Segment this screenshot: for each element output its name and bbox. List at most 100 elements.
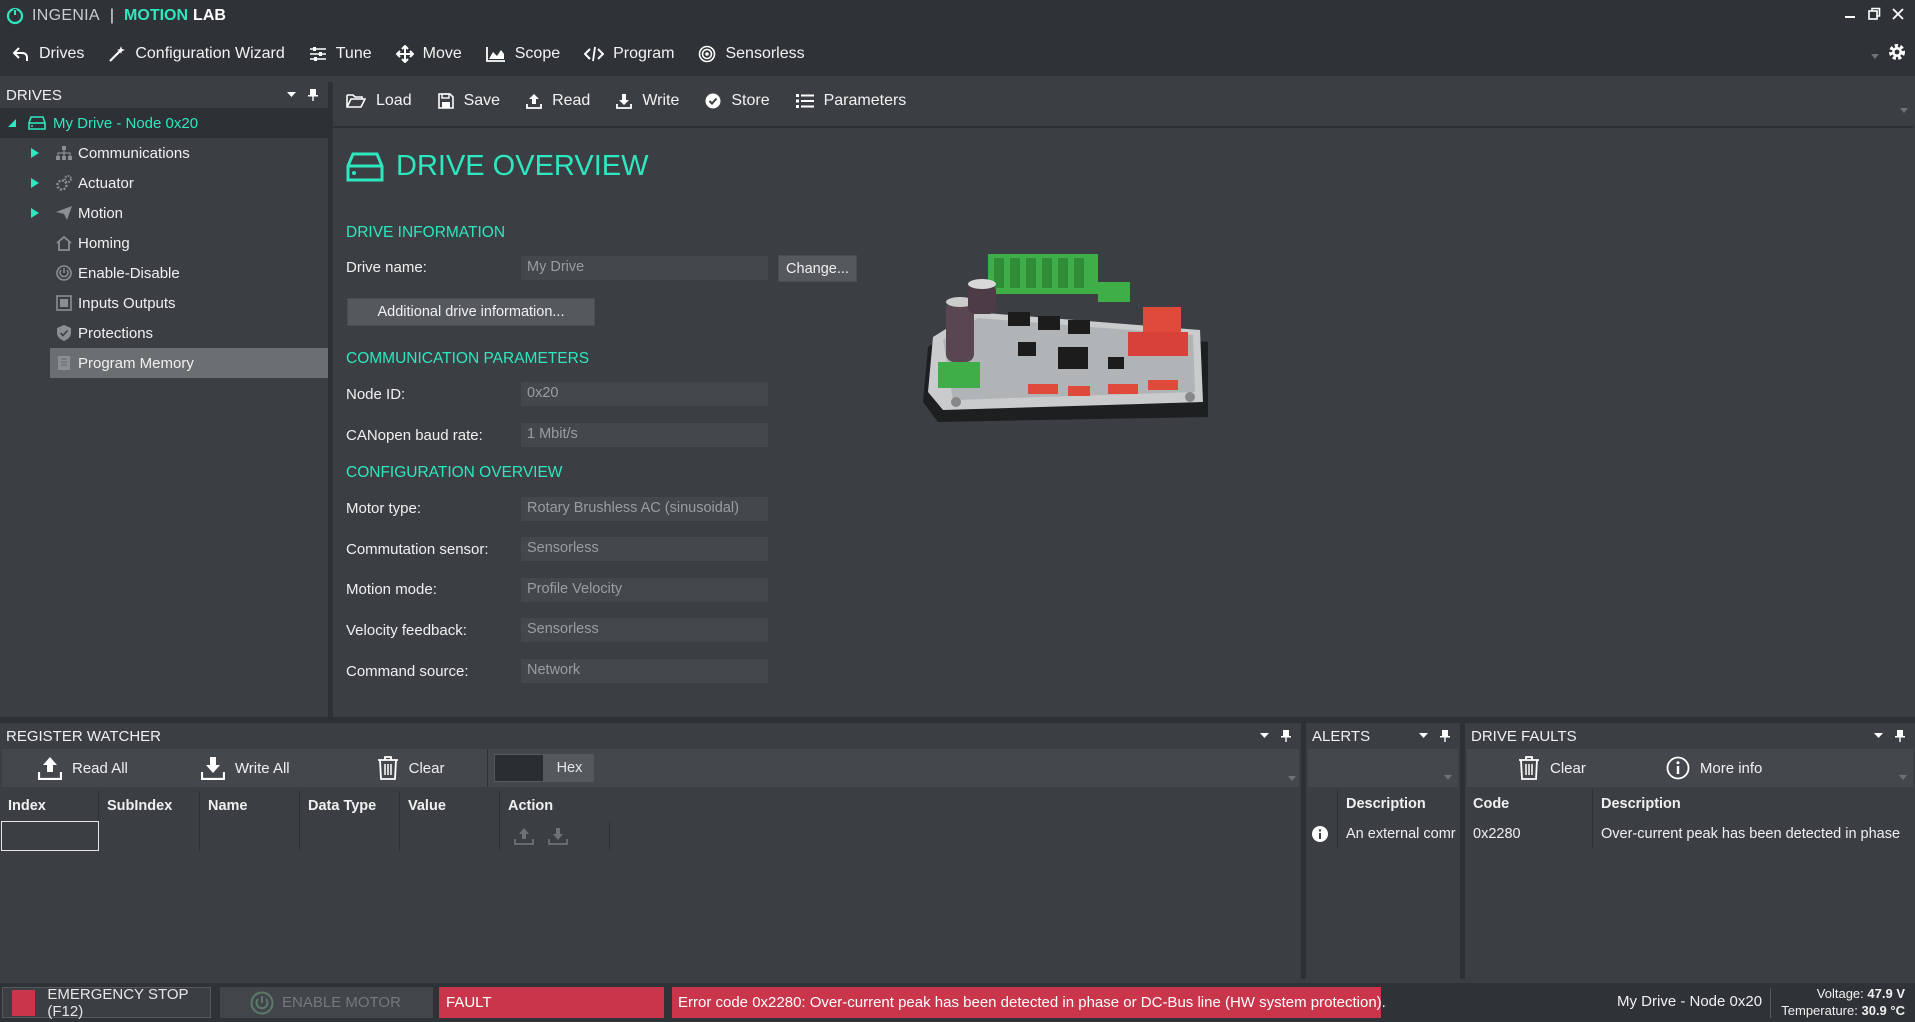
program-button[interactable]: Program [572,32,686,76]
tree-item-motion[interactable]: Motion [0,198,328,228]
tree-item-program-memory[interactable]: Program Memory [50,348,328,378]
tree-item-communications[interactable]: Communications [0,138,328,168]
tree-item-homing[interactable]: Homing [0,228,328,258]
write-all-button[interactable]: Write All [200,756,290,780]
parameters-button[interactable]: Parameters [783,82,920,120]
pin-icon[interactable] [308,89,318,101]
write-button[interactable]: Write [603,82,692,120]
panel-dropdown-icon[interactable] [287,92,296,98]
write-register-icon[interactable] [548,827,568,845]
load-button[interactable]: Load [333,82,425,120]
column-header[interactable]: Name [200,791,300,821]
hex-toggle-track[interactable] [494,754,545,782]
configuration-wizard-label: Configuration Wizard [135,45,285,62]
move-button[interactable]: Move [384,32,474,76]
change-name-button[interactable]: Change... [778,255,857,282]
motion-mode-field: Profile Velocity [521,578,768,602]
upload-icon [526,94,542,109]
additional-info-button[interactable]: Additional drive information... [347,298,595,326]
column-header[interactable]: Index [0,791,99,821]
read-all-button[interactable]: Read All [38,756,128,780]
action-cell [500,821,610,851]
column-header[interactable]: Code [1465,789,1593,819]
panel-dropdown-icon[interactable] [1260,733,1269,739]
tree-item-label: Communications [78,144,190,162]
velocity-feedback-label: Velocity feedback: [346,622,467,639]
tree-item-enable-disable[interactable]: Enable-Disable [0,258,328,288]
memory-icon [58,356,70,370]
scope-button[interactable]: Scope [474,32,572,76]
column-header[interactable]: Data Type [300,791,400,821]
column-header[interactable]: Action [500,791,650,821]
read-button[interactable]: Read [513,82,603,120]
store-label: Store [731,92,770,109]
pin-icon[interactable] [1440,730,1450,742]
center-toolbar-overflow-icon[interactable] [1900,108,1908,114]
panel-dropdown-icon[interactable] [1874,733,1883,739]
fault-code: 0x2280 [1465,819,1593,849]
close-icon[interactable] [1891,6,1905,22]
temperature-value: 30.9 °C [1861,1003,1905,1018]
network-icon [56,146,72,160]
sliders-icon [309,47,326,61]
expand-arrow-icon [31,148,39,158]
tree-root-drive[interactable]: My Drive - Node 0x20 [0,108,328,138]
enable-motor-button[interactable]: ENABLE MOTOR [220,987,433,1018]
minimize-icon[interactable] [1843,6,1857,22]
read-label: Read [552,92,591,109]
more-info-button[interactable]: More info [1666,756,1762,780]
voltage-value: 47.9 V [1867,986,1905,1001]
hex-label[interactable]: Hex [544,754,595,782]
fault-row[interactable]: 0x2280 Over-current peak has been detect… [1465,819,1915,849]
drives-panel: DRIVES My Drive - Node 0x20 Communicatio… [0,82,328,719]
enable-motor-label: ENABLE MOTOR [282,994,401,1011]
sensorless-button[interactable]: Sensorless [686,32,816,76]
column-header[interactable]: Description [1593,789,1913,819]
clear-faults-button[interactable]: Clear [1518,756,1586,780]
io-icon [56,295,72,311]
commutation-sensor-field: Sensorless [521,537,768,561]
store-button[interactable]: Store [692,82,782,120]
drive-name-field[interactable]: My Drive [521,256,768,280]
shield-icon [57,325,71,341]
column-header[interactable]: SubIndex [99,791,200,821]
panel-dropdown-icon[interactable] [1419,733,1428,739]
save-button[interactable]: Save [425,82,513,120]
alerts-toolbar [1308,749,1458,787]
clear-registers-button[interactable]: Clear [377,756,444,780]
pin-icon[interactable] [1281,730,1291,742]
tree-item-inputs-outputs[interactable]: Inputs Outputs [0,288,328,318]
settings-gear-icon[interactable] [1887,42,1907,62]
alerts-toolbar-overflow-icon[interactable] [1444,775,1452,781]
configuration-wizard-button[interactable]: Configuration Wizard [96,32,296,76]
tree-item-protections[interactable]: Protections [0,318,328,348]
pin-icon[interactable] [1895,730,1905,742]
value-cell[interactable] [400,821,500,851]
emergency-stop-button[interactable]: EMERGENCY STOP (F12) [2,986,211,1020]
tune-button[interactable]: Tune [297,32,384,76]
column-header[interactable]: Value [400,791,500,821]
target-icon [699,45,716,63]
alert-row[interactable]: An external comr [1306,819,1460,849]
index-input[interactable] [1,821,99,851]
tree-item-actuator[interactable]: Actuator [0,168,328,198]
product-name-b: LAB [193,7,226,24]
subindex-cell[interactable] [99,821,200,851]
read-all-label: Read All [72,759,128,777]
tree-item-label: Actuator [78,174,134,192]
read-register-icon[interactable] [514,827,534,845]
tune-label: Tune [335,45,372,62]
toolbar-overflow-icon[interactable] [1871,54,1879,60]
expand-arrow-icon [31,178,39,188]
drives-button-label: Drives [39,45,85,62]
title-bar: INGENIA | MOTION LAB [0,0,1915,32]
load-label: Load [376,92,412,109]
faults-toolbar-overflow-icon[interactable] [1899,775,1907,781]
register-watcher-header: REGISTER WATCHER [0,723,1301,749]
drive-faults-toolbar: Clear More info [1467,749,1913,787]
register-toolbar-overflow-icon[interactable] [1288,776,1296,782]
restore-icon[interactable] [1867,6,1881,22]
hex-toggle[interactable]: Hex [494,754,595,782]
drives-button[interactable]: Drives [0,32,96,76]
column-header[interactable]: Description [1338,789,1458,819]
